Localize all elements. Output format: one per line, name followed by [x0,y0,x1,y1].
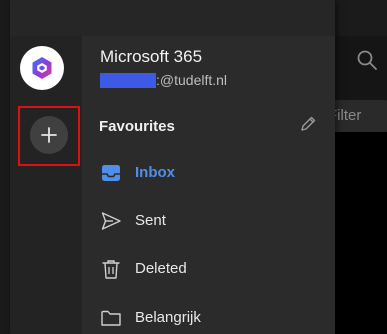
folder-label-sent: Sent [135,212,166,229]
plus-icon [41,127,57,143]
inbox-icon [102,165,120,181]
folder-item-inbox[interactable]: Inbox [82,151,335,195]
folder-label-deleted: Deleted [135,260,187,277]
email-redaction [100,72,156,88]
pencil-icon[interactable] [298,114,318,134]
folder-label-belangrijk: Belangrijk [135,309,201,326]
folder-item-deleted[interactable]: Deleted [82,247,335,291]
account-avatar[interactable] [20,46,64,90]
folder-label-inbox: Inbox [135,164,175,181]
trash-icon [102,260,120,279]
microsoft-365-logo-icon [32,57,52,79]
account-email-domain: :@tudelft.nl [156,72,228,88]
folder-icon [101,310,121,326]
app-screen: Filter Microsoft 365:@tudelft.nl Favour… [0,0,387,334]
send-icon [101,212,121,230]
account-name: Microsoft 365 [100,47,203,66]
navigation-drawer: Microsoft 365 :@tudelft.nl Favourites In… [10,0,335,334]
account-email: :@tudelft.nl [100,72,227,88]
add-account-button[interactable] [30,116,68,154]
search-icon[interactable] [356,49,378,71]
screen-edge [0,0,10,334]
folder-item-belangrijk[interactable]: Belangrijk [82,296,335,334]
folder-item-sent[interactable]: Sent [82,199,335,243]
favourites-heading: Favourites [99,118,175,135]
drawer-status-area [10,0,335,36]
